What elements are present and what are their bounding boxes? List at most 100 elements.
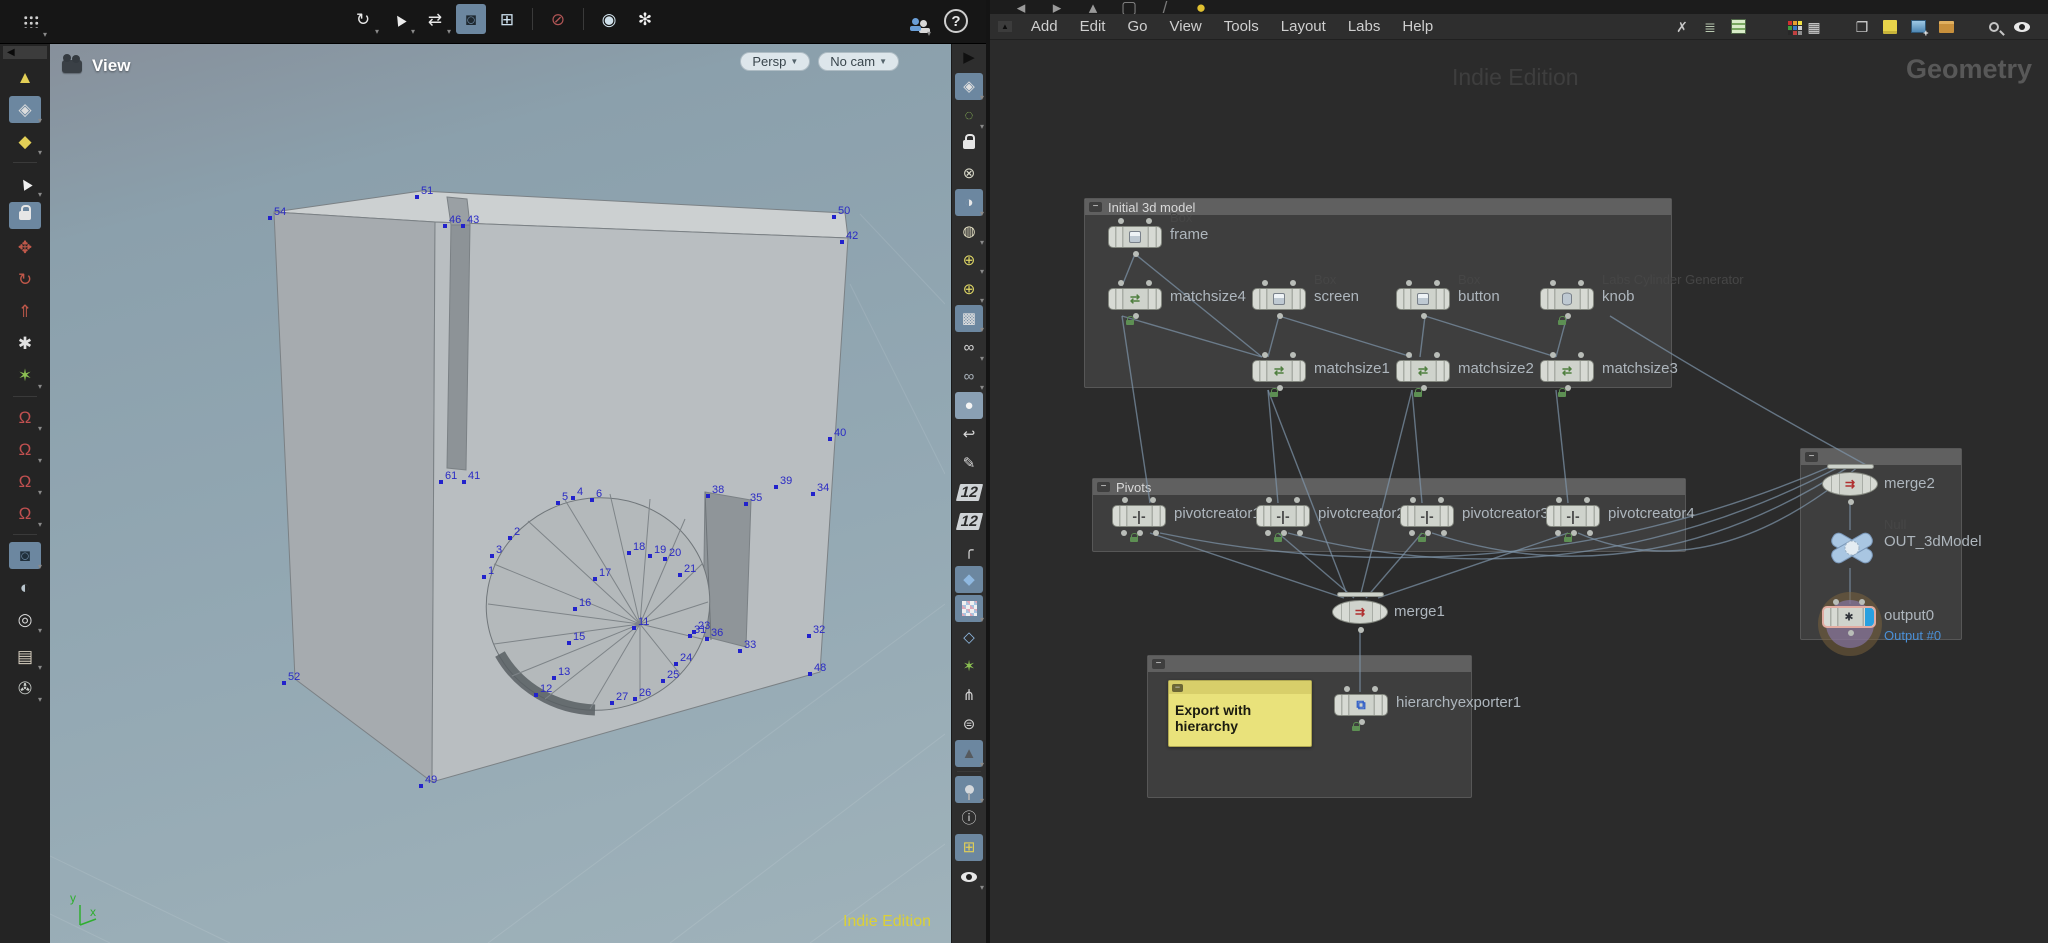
lock-flag-icon[interactable]	[1126, 316, 1135, 325]
select-tool-icon[interactable]: ▲▾	[9, 170, 41, 197]
menu-labs[interactable]: Labs	[1337, 15, 1392, 38]
origin-axes-icon[interactable]: ⋔	[955, 682, 983, 709]
lock-flag-icon[interactable]	[1130, 533, 1139, 542]
zoom-region-icon[interactable]: ⊞	[492, 4, 522, 34]
sop-settings-icon[interactable]: ✻	[630, 4, 660, 34]
hq-lighting-icon[interactable]: ⊕▾	[955, 247, 983, 274]
image-planes-icon[interactable]: ▲▾	[955, 740, 983, 767]
no-entry-icon[interactable]: ⊘	[543, 4, 573, 34]
persp-button[interactable]: Persp▼	[740, 52, 810, 71]
secure-selection-icon[interactable]	[9, 202, 41, 229]
node-frame[interactable]	[1108, 226, 1162, 248]
orbit-view-icon[interactable]: ↻▾	[348, 4, 378, 34]
pane-drag-handle-icon[interactable]: ▾	[16, 7, 46, 37]
render-reel-icon[interactable]: ✇▾	[9, 675, 41, 702]
rotate-tool-icon[interactable]: ↻	[9, 266, 41, 293]
snap-point-icon[interactable]: Ω▾	[9, 468, 41, 495]
image-plane-icon[interactable]	[1906, 16, 1930, 38]
list-view-icon[interactable]	[1726, 16, 1750, 38]
pane-expand-icon[interactable]: ▲	[998, 21, 1012, 32]
template-box-icon[interactable]: ◆▾	[9, 128, 41, 155]
menu-view[interactable]: View	[1159, 15, 1213, 38]
collapse-arrow-icon[interactable]: ▶	[955, 44, 983, 71]
points-display-icon[interactable]: ●	[955, 392, 983, 419]
help-icon[interactable]: ?	[944, 9, 968, 33]
lighting-off-icon[interactable]: ⊗	[955, 160, 983, 187]
tools-wrench-icon[interactable]: ✗	[1670, 16, 1694, 38]
hooks-display-icon[interactable]: ↩	[955, 421, 983, 448]
node-button[interactable]	[1396, 288, 1450, 310]
viewport-3d[interactable]: 5451464350424061413938353432334849522543…	[50, 44, 951, 943]
prim-normals-icon[interactable]: ◆	[955, 566, 983, 593]
takes-notes-icon[interactable]: ▤▾	[9, 643, 41, 670]
menu-layout[interactable]: Layout	[1270, 15, 1337, 38]
handles-axis-icon[interactable]: ✶▾	[9, 362, 41, 389]
grid-display-icon[interactable]: ⊞	[955, 834, 983, 861]
smooth-shaded-icon[interactable]: ▩▾	[955, 305, 983, 332]
node-knob[interactable]	[1540, 288, 1594, 310]
uv-checker-icon[interactable]: ▾	[955, 595, 983, 622]
overview-eye-icon[interactable]	[2010, 16, 2034, 38]
normal-lighting-icon[interactable]: ◍▾	[955, 218, 983, 245]
tree-view-icon[interactable]: ≣	[1698, 16, 1722, 38]
pose-tool-icon[interactable]: ✱	[9, 330, 41, 357]
headlight-icon[interactable]: ◑▾	[955, 189, 983, 216]
node-matchsize2[interactable]: ⇄	[1396, 360, 1450, 382]
select-cursor-icon[interactable]: ▲▾	[384, 4, 414, 34]
point-numbers-icon[interactable]: 12	[955, 479, 983, 506]
material-globe-icon[interactable]: ◐	[9, 574, 41, 601]
node-out-3dmodel[interactable]	[1828, 530, 1876, 566]
menu-add[interactable]: Add	[1020, 15, 1069, 38]
scale-tool-icon[interactable]: ⇑	[9, 298, 41, 325]
lasso-select-icon[interactable]: ◌▾	[955, 102, 983, 129]
search-icon[interactable]	[1982, 16, 2006, 38]
lock-flag-icon[interactable]	[1274, 533, 1283, 542]
camera-pan-icon[interactable]: ⇄▾	[420, 4, 450, 34]
visor-icon[interactable]: ◉	[594, 4, 624, 34]
group-display-icon[interactable]: ✶	[955, 653, 983, 680]
menu-edit[interactable]: Edit	[1069, 15, 1117, 38]
node-matchsize3[interactable]: ⇄	[1540, 360, 1594, 382]
node-merge2[interactable]: ⇉	[1822, 472, 1878, 496]
shaded-view-icon[interactable]: ▲	[9, 64, 41, 91]
viewport-lock-icon[interactable]	[955, 131, 983, 158]
node-matchsize1[interactable]: ⇄	[1252, 360, 1306, 382]
snapshot-pin-icon[interactable]: ▾	[955, 776, 983, 803]
hq-shadows-icon[interactable]: ⊕▾	[955, 276, 983, 303]
package-icon[interactable]	[1934, 16, 1958, 38]
normals-display-icon[interactable]: ✎	[955, 450, 983, 477]
network-editor[interactable]: Indie Edition Geometry −Initial 3d model…	[990, 40, 2048, 943]
node-merge1[interactable]: ⇉	[1332, 600, 1388, 624]
lock-flag-icon[interactable]	[1558, 388, 1567, 397]
ghost-objects-icon[interactable]: ∞▾	[955, 363, 983, 390]
palette-grid-icon[interactable]	[1774, 16, 1798, 38]
lock-flag-icon[interactable]	[1418, 533, 1427, 542]
prim-numbers-icon[interactable]: 12	[955, 508, 983, 535]
snap-curve-icon[interactable]: Ω▾	[9, 436, 41, 463]
visibility-eye-icon[interactable]: ▾	[955, 863, 983, 890]
node-hierarchyexporter1[interactable]: ⧉	[1334, 694, 1388, 716]
construction-plane-icon[interactable]: ◈▾	[955, 73, 983, 100]
lock-flag-icon[interactable]	[1270, 388, 1279, 397]
node-output0[interactable]: ✱	[1822, 606, 1876, 628]
lock-flag-icon[interactable]	[1352, 722, 1361, 731]
menu-help[interactable]: Help	[1391, 15, 1444, 38]
xray-glasses-icon[interactable]: ∞▾	[955, 334, 983, 361]
node-pivotcreator1[interactable]: -|-	[1112, 505, 1166, 527]
visualizer-icon[interactable]: ⊜	[955, 711, 983, 738]
layout-windows-icon[interactable]: ❐	[1850, 16, 1874, 38]
hull-display-icon[interactable]: ◇	[955, 624, 983, 651]
layout-people-icon[interactable]: ▾	[900, 6, 930, 36]
snap-multi-icon[interactable]: Ω▾	[9, 500, 41, 527]
snap-grid-icon[interactable]: Ω▾	[9, 404, 41, 431]
sticky-note-icon[interactable]	[1878, 16, 1902, 38]
wireframe-diamond-icon[interactable]: ◈▾	[9, 96, 41, 123]
menu-go[interactable]: Go	[1116, 15, 1158, 38]
profile-curves-icon[interactable]: ╭	[955, 537, 983, 564]
lock-flag-icon[interactable]	[1564, 533, 1573, 542]
menu-tools[interactable]: Tools	[1213, 15, 1270, 38]
node-pivotcreator2[interactable]: -|-	[1256, 505, 1310, 527]
node-screen[interactable]	[1252, 288, 1306, 310]
light-tool-icon[interactable]: ◎▾	[9, 606, 41, 633]
camera-view-icon[interactable]: ◙	[456, 4, 486, 34]
